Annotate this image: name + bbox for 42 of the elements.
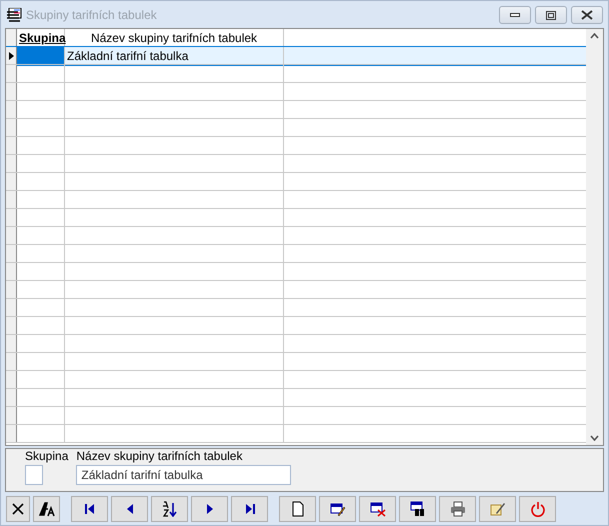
binoculars-icon — [410, 501, 426, 517]
input-field[interactable] — [25, 465, 43, 485]
prev-button[interactable] — [111, 496, 148, 522]
delete-button[interactable] — [359, 496, 396, 522]
input-field[interactable]: Základní tarifní tabulka — [76, 465, 292, 485]
window-title: Skupiny tarifních tabulek — [26, 8, 158, 22]
close-icon — [581, 10, 593, 20]
scroll-down-icon[interactable] — [590, 435, 599, 441]
sort-button[interactable] — [151, 496, 188, 522]
close-button[interactable] — [571, 6, 603, 24]
first-button[interactable] — [71, 496, 108, 522]
close-icon — [10, 501, 26, 517]
new-button[interactable] — [279, 496, 316, 522]
next-button[interactable] — [191, 496, 228, 522]
edit-button[interactable] — [319, 496, 356, 522]
field-label: Název skupiny tarifních tabulek — [76, 449, 244, 463]
scrollbar[interactable] — [586, 29, 603, 445]
restore-button[interactable] — [535, 6, 567, 24]
scroll-up-icon[interactable] — [590, 33, 599, 39]
power-icon — [530, 501, 546, 517]
font-icon — [38, 501, 54, 517]
edit-record-icon — [330, 501, 346, 517]
new-document-icon — [290, 501, 306, 517]
minimize-button[interactable] — [499, 6, 531, 24]
minimize-icon — [510, 13, 520, 17]
field-label: Skupina — [25, 449, 68, 463]
print-button[interactable] — [439, 496, 476, 522]
restore-icon — [546, 10, 556, 20]
table-cell — [17, 47, 65, 64]
pencil-icon — [490, 501, 506, 517]
table-row[interactable]: Základní tarifní tabulka — [6, 47, 586, 65]
printer-icon — [450, 501, 466, 517]
table-cell: Základní tarifní tabulka — [65, 47, 284, 64]
power-button[interactable] — [519, 496, 556, 522]
app-icon — [6, 8, 22, 22]
delete-record-icon — [370, 501, 386, 517]
font-button[interactable] — [33, 496, 60, 522]
cancel-button[interactable] — [6, 496, 30, 522]
sort-icon — [162, 501, 178, 517]
find-button[interactable] — [399, 496, 436, 522]
row-pointer-icon — [8, 52, 14, 60]
last-button[interactable] — [231, 496, 268, 522]
